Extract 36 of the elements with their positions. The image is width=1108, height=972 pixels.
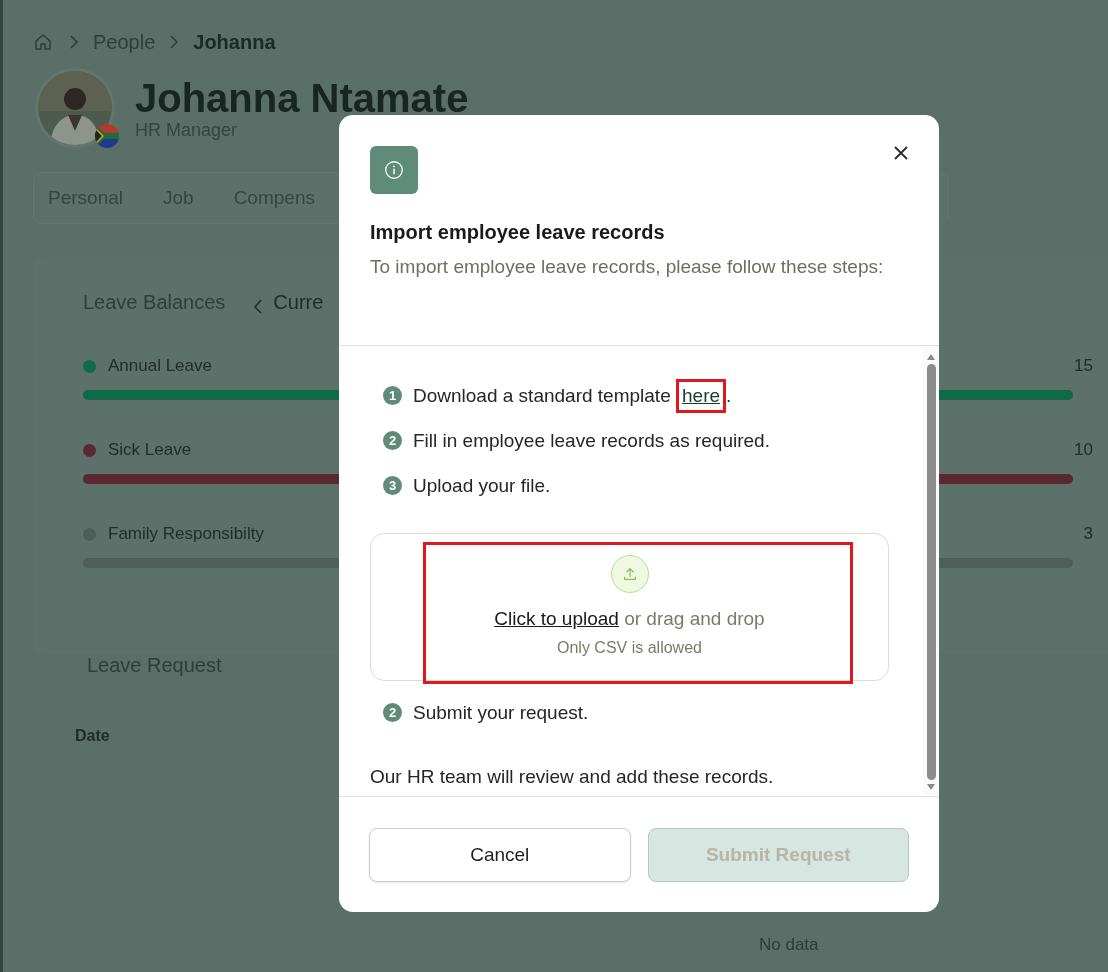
- step-number: 2: [383, 431, 402, 450]
- step-number: 3: [383, 476, 402, 495]
- upload-icon: [610, 555, 649, 593]
- step-number: 1: [383, 386, 402, 405]
- cancel-button[interactable]: Cancel: [369, 828, 631, 882]
- download-link[interactable]: here: [682, 385, 721, 406]
- period-label: Curre: [273, 291, 324, 314]
- chevron-icon: [69, 34, 79, 50]
- leave-days: 15: [1074, 356, 1093, 376]
- step-number: 2: [383, 703, 402, 722]
- leave-days: 3: [1083, 524, 1093, 544]
- flag-icon: [95, 124, 119, 148]
- leave-type: Family Responsibilty: [108, 524, 264, 544]
- upload-text: Click to upload or drag and drop: [494, 608, 765, 630]
- step-text: Submit your request.: [413, 701, 589, 725]
- leave-type: Sick Leave: [108, 440, 192, 460]
- leave-days: 10: [1074, 440, 1093, 460]
- profile-name: Johanna Ntamate: [135, 75, 469, 120]
- home-icon[interactable]: [33, 32, 53, 52]
- dialog-description: To import employee leave records, please follow these steps:: [370, 255, 885, 279]
- close-icon[interactable]: [893, 145, 909, 161]
- note-text: Our HR team will review and add these records.: [370, 766, 775, 788]
- chevron-icon: [169, 34, 180, 50]
- chevron-left-icon[interactable]: [253, 297, 264, 314]
- info-icon: [370, 146, 418, 194]
- scrollbar[interactable]: [923, 346, 939, 796]
- leave-type: Annual Leave: [108, 356, 212, 376]
- upload-link[interactable]: Click to upload: [494, 608, 619, 629]
- step-text: Fill in employee leave records as required.: [413, 429, 770, 453]
- upload-hint: Only CSV is allowed: [557, 639, 702, 657]
- breadcrumb-item[interactable]: Johanna: [193, 30, 276, 54]
- upload-dropzone[interactable]: Click to upload or drag and drop Only CSV is allowed: [370, 533, 889, 681]
- step-text: Upload your file.: [413, 474, 551, 498]
- step-text: Download a standard template here .: [413, 382, 732, 409]
- column-header: Date: [75, 727, 110, 744]
- dialog-title: Import employee leave records: [370, 221, 666, 244]
